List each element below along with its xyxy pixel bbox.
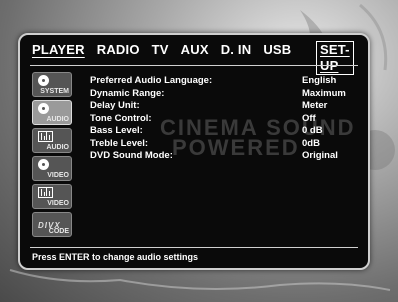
setting-label: Tone Control: [90, 112, 152, 124]
disc-icon [38, 159, 49, 170]
source-tabs: PLAYER RADIO TV AUX D. IN USB SET-UP [32, 41, 354, 75]
setting-row-dynamic-range[interactable]: Dynamic Range: Maximum [90, 88, 360, 101]
setup-menu-panel: PLAYER RADIO TV AUX D. IN USB SET-UP SYS… [18, 33, 370, 270]
tab-setup[interactable]: SET-UP [316, 41, 354, 75]
category-label: AUDIO [46, 144, 69, 151]
setting-label: Dynamic Range: [90, 87, 165, 99]
tab-aux[interactable]: AUX [175, 42, 215, 58]
setting-row-bass-level[interactable]: Bass Level: 0 dB [90, 125, 360, 138]
disc-icon [38, 75, 49, 86]
category-label: CODE [48, 228, 69, 235]
tab-radio[interactable]: RADIO [91, 42, 146, 58]
equalizer-icon [38, 187, 53, 198]
setting-row-tone-control[interactable]: Tone Control: Off [90, 113, 360, 126]
category-video-eq-button[interactable]: VIDEO [32, 184, 72, 209]
category-system-button[interactable]: SYSTEM [32, 72, 72, 97]
category-divx-code-button[interactable]: DIVX CODE [32, 212, 72, 237]
setting-label: Bass Level: [90, 125, 143, 136]
category-audio-button[interactable]: AUDIO [32, 100, 72, 125]
setting-value: 0 dB [302, 125, 323, 136]
category-label: VIDEO [47, 172, 69, 179]
status-hint: Press ENTER to change audio settings [32, 252, 199, 262]
setting-value: Meter [302, 100, 328, 111]
setting-row-audio-language[interactable]: Preferred Audio Language: English [90, 75, 360, 88]
tab-digital-in[interactable]: D. IN [215, 42, 258, 58]
equalizer-icon [38, 131, 53, 142]
setting-row-treble-level[interactable]: Treble Level: 0dB [90, 138, 360, 151]
setting-row-delay-unit[interactable]: Delay Unit: Meter [90, 100, 360, 113]
setting-row-dvd-sound-mode[interactable]: DVD Sound Mode: Original [90, 150, 360, 163]
setting-label: Delay Unit: [90, 100, 140, 111]
tab-tv[interactable]: TV [146, 42, 175, 58]
setting-value: 0dB [302, 137, 320, 149]
disc-icon [38, 103, 49, 114]
setting-label: Treble Level: [90, 137, 149, 149]
category-label: SYSTEM [40, 88, 69, 95]
setting-label: Preferred Audio Language: [90, 75, 213, 86]
setting-value: Off [302, 112, 316, 124]
tab-usb[interactable]: USB [257, 42, 297, 58]
tab-player[interactable]: PLAYER [32, 42, 91, 58]
setting-value: English [302, 75, 337, 86]
status-divider [30, 247, 358, 248]
audio-settings-list: Preferred Audio Language: English Dynamic… [90, 75, 360, 163]
category-label: VIDEO [47, 200, 69, 207]
category-video-button[interactable]: VIDEO [32, 156, 72, 181]
settings-category-sidebar: SYSTEM AUDIO AUDIO VIDEO VIDEO DIVX CODE [32, 72, 72, 240]
setting-value: Maximum [302, 87, 346, 99]
header-divider [30, 65, 358, 66]
setting-value: Original [302, 150, 338, 161]
setting-label: DVD Sound Mode: [90, 150, 173, 161]
category-label: AUDIO [46, 116, 69, 123]
category-audio-eq-button[interactable]: AUDIO [32, 128, 72, 153]
